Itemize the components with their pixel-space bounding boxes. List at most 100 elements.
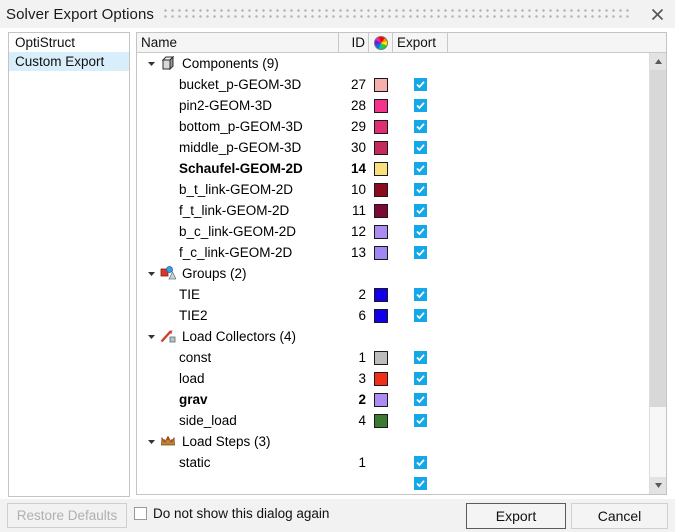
- tree-item-color-cell[interactable]: [369, 287, 393, 302]
- tree-row[interactable]: side_load 4: [137, 410, 650, 431]
- tree-item-export-cell[interactable]: [393, 99, 448, 112]
- tree-item-export-cell[interactable]: [393, 477, 448, 490]
- tree-item-export-cell[interactable]: [393, 288, 448, 301]
- tree-item-export-cell[interactable]: [393, 120, 448, 133]
- tree-row[interactable]: static 1: [137, 452, 650, 473]
- tree-item-color-cell[interactable]: [369, 182, 393, 197]
- tree-row[interactable]: pin2-GEOM-3D 28: [137, 95, 650, 116]
- color-swatch: [374, 308, 388, 323]
- tree-item-color-cell[interactable]: [369, 119, 393, 134]
- tree-item-export-cell[interactable]: [393, 78, 448, 91]
- column-header-name[interactable]: Name: [137, 33, 339, 52]
- tree-row[interactable]: f_c_link-GEOM-2D 13: [137, 242, 650, 263]
- tree-item-color-cell[interactable]: [369, 350, 393, 365]
- tree-item-color-cell[interactable]: [369, 392, 393, 407]
- export-type-list[interactable]: OptiStruct Custom Export: [8, 32, 130, 497]
- export-checkbox[interactable]: [414, 162, 427, 175]
- tree-item-id: 14: [350, 161, 366, 176]
- scroll-up-arrow-icon[interactable]: [650, 53, 666, 70]
- tree-item-export-cell[interactable]: [393, 162, 448, 175]
- entity-tree-panel[interactable]: Name ID Export Components (9) bucket_p-G…: [136, 32, 667, 495]
- tree-row[interactable]: bottom_p-GEOM-3D 29: [137, 116, 650, 137]
- column-header-color[interactable]: [369, 33, 393, 52]
- tree-item-export-cell[interactable]: [393, 204, 448, 217]
- tree-item-color-cell[interactable]: [369, 413, 393, 428]
- tree-item-color-cell[interactable]: [369, 371, 393, 386]
- export-checkbox[interactable]: [414, 393, 427, 406]
- restore-defaults-button[interactable]: Restore Defaults: [7, 503, 127, 528]
- do-not-show-again-row[interactable]: Do not show this dialog again: [134, 506, 329, 521]
- chevron-down-icon[interactable]: [145, 268, 157, 280]
- export-checkbox[interactable]: [414, 288, 427, 301]
- tree-item-export-cell[interactable]: [393, 351, 448, 364]
- tree-item-export-cell[interactable]: [393, 246, 448, 259]
- cancel-button[interactable]: Cancel: [571, 503, 668, 529]
- tree-item-export-cell[interactable]: [393, 225, 448, 238]
- chevron-down-icon[interactable]: [145, 436, 157, 448]
- tree-group-row[interactable]: Load Steps (3): [137, 431, 650, 452]
- load-collector-icon: [159, 329, 177, 345]
- close-icon[interactable]: [643, 0, 671, 28]
- export-checkbox[interactable]: [414, 99, 427, 112]
- tree-row[interactable]: f_t_link-GEOM-2D 11: [137, 200, 650, 221]
- tree-row[interactable]: TIE2 6: [137, 305, 650, 326]
- tree-item-color-cell[interactable]: [369, 224, 393, 239]
- tree-item-color-cell[interactable]: [369, 140, 393, 155]
- tree-item-color-cell[interactable]: [369, 203, 393, 218]
- tree-group-label: Load Collectors (4): [182, 329, 297, 344]
- tree-row[interactable]: b_t_link-GEOM-2D 10: [137, 179, 650, 200]
- chevron-down-icon[interactable]: [145, 331, 157, 343]
- tree-item-color-cell[interactable]: [369, 245, 393, 260]
- export-checkbox[interactable]: [414, 183, 427, 196]
- chevron-down-icon[interactable]: [145, 58, 157, 70]
- tree-rows-viewport[interactable]: Components (9) bucket_p-GEOM-3D 27 pin2-…: [137, 53, 650, 494]
- tree-item-color-cell[interactable]: [369, 98, 393, 113]
- tree-item-color-cell[interactable]: [369, 308, 393, 323]
- tree-row[interactable]: load 3: [137, 368, 650, 389]
- tree-item-export-cell[interactable]: [393, 141, 448, 154]
- tree-group-row[interactable]: Groups (2): [137, 263, 650, 284]
- export-checkbox[interactable]: [414, 372, 427, 385]
- tree-row[interactable]: Schaufel-GEOM-2D 14: [137, 158, 650, 179]
- export-checkbox[interactable]: [414, 225, 427, 238]
- scroll-down-arrow-icon[interactable]: [650, 477, 666, 494]
- tree-item-color-cell[interactable]: [369, 77, 393, 92]
- tree-row[interactable]: b_c_link-GEOM-2D 12: [137, 221, 650, 242]
- list-item-optistruct[interactable]: OptiStruct: [9, 33, 129, 52]
- export-checkbox[interactable]: [414, 309, 427, 322]
- export-checkbox[interactable]: [414, 456, 427, 469]
- list-item-custom-export[interactable]: Custom Export: [9, 52, 129, 71]
- tree-item-id: 30: [350, 140, 366, 155]
- tree-row[interactable]: bucket_p-GEOM-3D 27: [137, 74, 650, 95]
- export-checkbox[interactable]: [414, 204, 427, 217]
- list-item-label: OptiStruct: [15, 35, 76, 50]
- export-checkbox[interactable]: [414, 351, 427, 364]
- tree-item-color-cell[interactable]: [369, 161, 393, 176]
- tree-row[interactable]: TIE 2: [137, 284, 650, 305]
- tree-row[interactable]: grav 2: [137, 389, 650, 410]
- tree-item-export-cell[interactable]: [393, 414, 448, 427]
- export-checkbox[interactable]: [414, 141, 427, 154]
- tree-row[interactable]: middle_p-GEOM-3D 30: [137, 137, 650, 158]
- tree-row-partial[interactable]: [137, 473, 650, 494]
- color-swatch: [374, 413, 388, 428]
- export-checkbox[interactable]: [414, 246, 427, 259]
- do-not-show-checkbox[interactable]: [134, 507, 147, 520]
- export-checkbox[interactable]: [414, 120, 427, 133]
- scrollbar-thumb[interactable]: [650, 70, 666, 407]
- tree-group-row[interactable]: Components (9): [137, 53, 650, 74]
- tree-vertical-scrollbar[interactable]: [649, 53, 666, 494]
- export-checkbox[interactable]: [414, 477, 427, 490]
- column-header-id[interactable]: ID: [339, 33, 369, 52]
- tree-item-export-cell[interactable]: [393, 183, 448, 196]
- column-header-export[interactable]: Export: [393, 33, 448, 52]
- tree-item-export-cell[interactable]: [393, 393, 448, 406]
- tree-group-row[interactable]: Load Collectors (4): [137, 326, 650, 347]
- tree-item-export-cell[interactable]: [393, 309, 448, 322]
- tree-item-export-cell[interactable]: [393, 456, 448, 469]
- export-checkbox[interactable]: [414, 78, 427, 91]
- tree-row[interactable]: const 1: [137, 347, 650, 368]
- tree-item-export-cell[interactable]: [393, 372, 448, 385]
- export-button[interactable]: Export: [466, 503, 566, 529]
- export-checkbox[interactable]: [414, 414, 427, 427]
